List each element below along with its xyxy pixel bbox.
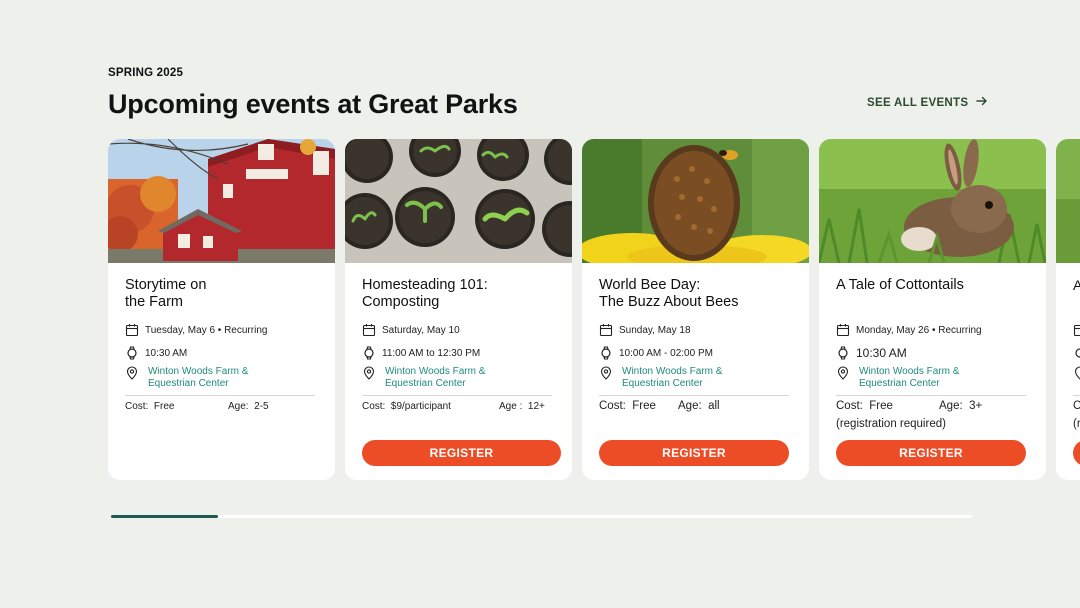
calendar-icon	[125, 323, 139, 337]
event-location-link[interactable]: Winton Woods Farm & Equestrian Center	[148, 366, 248, 390]
events-carousel[interactable]: Storytime on the Farm Tuesday, May 6 • R…	[108, 139, 1080, 481]
divider	[362, 395, 552, 396]
event-location-row: Winton Woods Farm & Equestrian Center	[599, 366, 722, 390]
section-title: Upcoming events at Great Parks	[108, 89, 518, 119]
location-pin-icon	[362, 366, 376, 380]
event-time-row: 10:30 AM	[836, 346, 907, 360]
event-date: Tuesday, May 6 • Recurring	[145, 324, 268, 336]
event-image-peek	[1056, 139, 1080, 263]
register-button-peek[interactable]	[1073, 440, 1080, 466]
event-image-barn	[108, 139, 335, 263]
see-all-label: SEE ALL EVENTS	[867, 96, 969, 109]
event-time-row: 10:30 AM	[125, 346, 187, 360]
location-pin-icon	[125, 366, 139, 380]
event-title[interactable]: World Bee Day: The Buzz About Bees	[599, 277, 799, 311]
event-date: Sunday, May 18	[619, 324, 691, 336]
see-all-events-link[interactable]: SEE ALL EVENTS	[867, 95, 988, 110]
event-location-link[interactable]: Winton Woods Farm & Equestrian Center	[622, 366, 722, 390]
event-date-row: Saturday, May 10	[362, 323, 460, 337]
event-date-row: Tuesday, May 6 • Recurring	[125, 323, 267, 337]
register-button[interactable]: REGISTER	[836, 440, 1026, 466]
event-location-row: Winton Woods Farm & Equestrian Center	[125, 366, 248, 390]
divider	[599, 395, 789, 396]
event-date: Saturday, May 10	[382, 324, 460, 336]
event-card[interactable]: Homesteading 101: Composting Saturday, M…	[345, 139, 572, 480]
calendar-icon	[599, 323, 613, 337]
event-location-row: Winton Woods Farm & Equestrian Center	[362, 366, 485, 390]
event-title[interactable]: A Tale of Cottontails	[836, 277, 1036, 294]
event-title[interactable]: Storytime on the Farm	[125, 277, 325, 311]
event-location-link[interactable]: Winton Woods Farm & Equestrian Center	[385, 366, 485, 390]
event-note: (registration required)	[836, 418, 946, 430]
event-location-row: Winton Woods Farm & Equestrian Center	[836, 366, 959, 390]
event-cost: Cost: Free	[836, 400, 893, 412]
calendar-icon	[362, 323, 376, 337]
divider	[1073, 395, 1080, 396]
watch-icon	[599, 346, 613, 360]
event-age: Age : 12+	[499, 401, 545, 412]
event-cost: Cost: $9/participant	[362, 401, 451, 412]
watch-icon	[362, 346, 376, 360]
carousel-scrollbar-track[interactable]	[111, 515, 972, 518]
event-date: Monday, May 26 • Recurring	[856, 324, 982, 336]
event-cost-peek: C	[1073, 400, 1080, 412]
calendar-icon	[836, 323, 850, 337]
event-card[interactable]: Storytime on the Farm Tuesday, May 6 • R…	[108, 139, 335, 480]
event-card[interactable]: World Bee Day: The Buzz About Bees Sunda…	[582, 139, 809, 480]
event-time-row	[1073, 346, 1080, 360]
event-title[interactable]: Homesteading 101: Composting	[362, 277, 562, 311]
divider	[125, 395, 315, 396]
event-title-peek: A	[1073, 277, 1080, 293]
event-time: 10:00 AM - 02:00 PM	[619, 347, 713, 359]
event-date-row: Sunday, May 18	[599, 323, 691, 337]
event-note-peek: (r	[1073, 418, 1080, 430]
event-time-row: 11:00 AM to 12:30 PM	[362, 346, 480, 360]
event-time: 10:30 AM	[856, 346, 907, 360]
event-cost: Cost: Free	[125, 401, 175, 412]
watch-icon	[836, 346, 850, 360]
arrow-right-icon	[976, 95, 988, 110]
event-date-row: Monday, May 26 • Recurring	[836, 323, 982, 337]
event-card-peek[interactable]: A C (r	[1056, 139, 1080, 480]
event-date-row	[1073, 323, 1080, 337]
event-location-link[interactable]: Winton Woods Farm & Equestrian Center	[859, 366, 959, 390]
event-image-bee	[582, 139, 809, 263]
location-pin-icon	[836, 366, 850, 380]
section-eyebrow: SPRING 2025	[108, 67, 184, 79]
location-pin-icon	[599, 366, 613, 380]
event-time: 10:30 AM	[145, 347, 188, 359]
watch-icon	[1073, 346, 1080, 360]
event-cost: Cost: Free	[599, 400, 656, 412]
event-age: Age: 2-5	[228, 401, 269, 412]
register-button[interactable]: REGISTER	[362, 440, 561, 466]
register-button[interactable]: REGISTER	[599, 440, 789, 466]
divider	[836, 395, 1026, 396]
event-age: Age: all	[678, 400, 720, 412]
location-pin-icon	[1073, 366, 1080, 380]
event-image-seedlings	[345, 139, 572, 263]
event-age: Age: 3+	[939, 400, 983, 412]
event-location-row	[1073, 366, 1080, 380]
event-time-row: 10:00 AM - 02:00 PM	[599, 346, 713, 360]
calendar-icon	[1073, 323, 1080, 337]
event-image-rabbit	[819, 139, 1046, 263]
event-time: 11:00 AM to 12:30 PM	[382, 347, 481, 359]
event-card[interactable]: A Tale of Cottontails Monday, May 26 • R…	[819, 139, 1046, 480]
watch-icon	[125, 346, 139, 360]
carousel-scrollbar-thumb[interactable]	[111, 515, 218, 518]
